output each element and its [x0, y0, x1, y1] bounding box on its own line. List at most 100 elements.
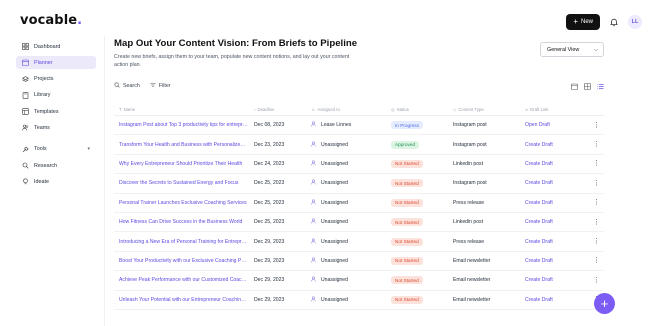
add-fab-button[interactable]: + [594, 293, 615, 314]
assignee-cell[interactable]: Unassigned [311, 276, 391, 284]
user-add-icon [311, 121, 317, 129]
new-button[interactable]: + New [566, 14, 600, 30]
table-row[interactable]: Unleash Your Potential with our Entrepre… [114, 291, 604, 310]
status-cell[interactable]: Not Started [391, 179, 453, 188]
header-deadline[interactable]: ▫ Deadline [254, 107, 311, 112]
table-row[interactable]: Why Every Entrepreneur Should Prioritize… [114, 155, 604, 175]
view-select[interactable]: General View ⌵ [540, 42, 604, 57]
draft-link[interactable]: Create Draft [525, 258, 589, 264]
calendar-view-icon[interactable] [571, 83, 578, 90]
status-badge[interactable]: Not Started [391, 159, 423, 168]
status-badge[interactable]: In Progress [391, 121, 423, 130]
more-vertical-icon[interactable]: ⋮ [589, 199, 604, 206]
sidebar-item-teams[interactable]: Teams [16, 121, 96, 134]
filter-button[interactable]: Filter [150, 82, 171, 90]
assignee-cell[interactable]: Unassigned [311, 199, 391, 207]
draft-link[interactable]: Create Draft [525, 219, 589, 225]
sidebar-item-research[interactable]: Research [16, 159, 96, 172]
draft-link[interactable]: Create Draft [525, 277, 589, 283]
status-cell[interactable]: Not Started [391, 276, 453, 285]
sidebar-item-templates[interactable]: Templates [16, 105, 96, 118]
assignee-cell[interactable]: Unassigned [311, 141, 391, 149]
chevron-down-icon: ⌵ [594, 46, 598, 53]
status-badge[interactable]: Not Started [391, 237, 423, 246]
brief-name-link[interactable]: How Fitness Can Drive Success in the Bus… [114, 219, 254, 225]
more-vertical-icon[interactable]: ⋮ [589, 122, 604, 129]
status-badge[interactable]: Not Started [391, 198, 423, 207]
sidebar-item-projects[interactable]: Projects [16, 73, 96, 86]
header-name[interactable]: T Name [114, 107, 254, 112]
deadline-cell: Dec 29, 2023 [254, 257, 285, 264]
draft-link[interactable]: Create Draft [525, 180, 589, 186]
assignee-cell[interactable]: Unassigned [311, 238, 391, 246]
draft-link[interactable]: Create Draft [525, 161, 589, 167]
sidebar-item-ideate[interactable]: Ideate [16, 175, 96, 188]
status-cell[interactable]: Not Started [391, 256, 453, 265]
header-assigned[interactable]: ☺ Assigned to [311, 107, 391, 112]
table-row[interactable]: Instagram Post about Top 3 productivity … [114, 116, 604, 136]
status-cell[interactable]: Not Started [391, 159, 453, 168]
status-cell[interactable]: Approved [391, 140, 453, 149]
brief-name-link[interactable]: Transform Your Health and Business with … [114, 142, 254, 148]
assignee-cell[interactable]: Unassigned [311, 218, 391, 226]
sidebar-item-tools[interactable]: Tools ▾ [16, 143, 96, 156]
assignee-cell[interactable]: Unassigned [311, 296, 391, 304]
brief-name-link[interactable]: Introducing a New Era of Personal Traini… [114, 239, 254, 245]
more-vertical-icon[interactable]: ⋮ [589, 141, 604, 148]
table-row[interactable]: Discover the Secrets to Sustained Energy… [114, 174, 604, 194]
draft-link[interactable]: Create Draft [525, 142, 589, 148]
more-vertical-icon[interactable]: ⋮ [589, 160, 604, 167]
status-badge[interactable]: Not Started [391, 218, 423, 227]
brief-name-link[interactable]: Instagram Post about Top 3 productivity … [114, 122, 254, 128]
table-row[interactable]: How Fitness Can Drive Success in the Bus… [114, 213, 604, 233]
assignee-cell[interactable]: Unassigned [311, 160, 391, 168]
bell-icon[interactable] [608, 16, 620, 28]
brief-name-link[interactable]: Achieve Peak Performance with our Custom… [114, 277, 254, 283]
assignee-cell[interactable]: Lease Linnes [311, 121, 391, 129]
status-cell[interactable]: Not Started [391, 237, 453, 246]
sidebar-item-dashboard[interactable]: Dashboard [16, 40, 96, 53]
brief-name-link[interactable]: Why Every Entrepreneur Should Prioritize… [114, 161, 254, 167]
status-badge[interactable]: Approved [391, 140, 420, 149]
assignee-cell[interactable]: Unassigned [311, 257, 391, 265]
table-row[interactable]: Achieve Peak Performance with our Custom… [114, 271, 604, 291]
draft-link[interactable]: Open Draft [525, 122, 589, 128]
status-badge[interactable]: Not Started [391, 179, 423, 188]
sidebar-item-library[interactable]: Library [16, 89, 96, 102]
status-badge[interactable]: Not Started [391, 256, 423, 265]
more-vertical-icon[interactable]: ⋮ [589, 238, 604, 245]
header-draft-link[interactable]: ∞ Draft Link [525, 107, 589, 112]
brief-name-link[interactable]: Discover the Secrets to Sustained Energy… [114, 180, 254, 186]
header-status[interactable]: ◎ Status [391, 107, 453, 113]
board-view-icon[interactable] [584, 82, 591, 90]
status-cell[interactable]: In Progress [391, 121, 453, 130]
list-view-icon[interactable] [597, 83, 604, 90]
draft-link[interactable]: Create Draft [525, 200, 589, 206]
table-row[interactable]: Boost Your Productivity with our Exclusi… [114, 252, 604, 272]
table-row[interactable]: Introducing a New Era of Personal Traini… [114, 232, 604, 252]
status-badge[interactable]: Not Started [391, 295, 423, 304]
assignee-cell[interactable]: Unassigned [311, 179, 391, 187]
status-badge[interactable]: Not Started [391, 276, 423, 285]
draft-link[interactable]: Create Draft [525, 239, 589, 245]
more-vertical-icon[interactable]: ⋮ [589, 219, 604, 226]
table-row[interactable]: Personal Trainer Launches Exclusive Coac… [114, 194, 604, 213]
user-avatar[interactable]: LL [628, 15, 642, 29]
sidebar-item-planner[interactable]: Planner [16, 56, 96, 70]
status-cell[interactable]: Not Started [391, 198, 453, 207]
header-content-type[interactable]: ◇ Content Type [453, 107, 525, 113]
more-vertical-icon[interactable]: ⋮ [589, 277, 604, 284]
draft-link[interactable]: Create Draft [525, 297, 589, 303]
search-button[interactable]: Search [114, 82, 140, 90]
brief-name-link[interactable]: Personal Trainer Launches Exclusive Coac… [114, 200, 254, 206]
app-logo[interactable]: vocable. [20, 13, 82, 28]
assignee-name: Unassigned [321, 257, 348, 264]
more-vertical-icon[interactable]: ⋮ [589, 257, 604, 264]
status-cell[interactable]: Not Started [391, 295, 453, 304]
sidebar-item-label: Planner [34, 59, 53, 66]
status-cell[interactable]: Not Started [391, 218, 453, 227]
brief-name-link[interactable]: Boost Your Productivity with our Exclusi… [114, 258, 254, 264]
brief-name-link[interactable]: Unleash Your Potential with our Entrepre… [114, 297, 254, 303]
table-row[interactable]: Transform Your Health and Business with … [114, 135, 604, 155]
more-vertical-icon[interactable]: ⋮ [589, 180, 604, 187]
